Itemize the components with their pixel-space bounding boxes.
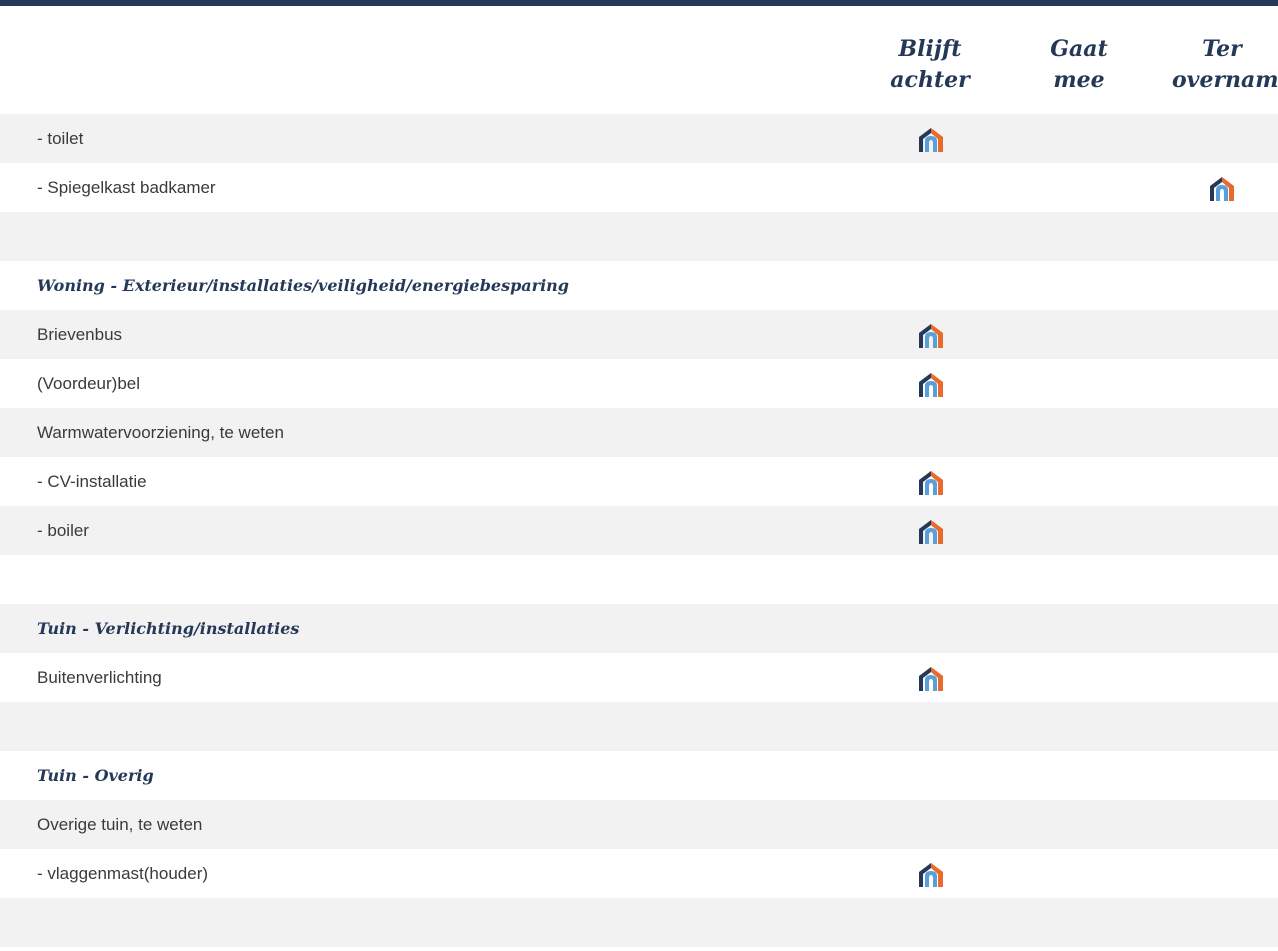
column-blijft-achter-line1: Blijft bbox=[898, 36, 962, 62]
column-ter-overname: Ter overname bbox=[1172, 34, 1278, 96]
section-title: Tuin - Verlichting/installaties bbox=[37, 619, 300, 638]
spacer-row bbox=[0, 555, 1278, 604]
table-row: - boiler bbox=[0, 506, 1278, 555]
house-logo-icon bbox=[917, 126, 945, 154]
column-header: Blijft achter Gaat mee Ter overname bbox=[0, 6, 1278, 114]
table-row: Overige tuin, te weten bbox=[0, 800, 1278, 849]
house-logo-icon bbox=[917, 469, 945, 497]
table-row: - CV-installatie bbox=[0, 457, 1278, 506]
item-list: - toilet - Spiegelkast badkamer Woning -… bbox=[0, 114, 1278, 947]
item-label: - vlaggenmast(houder) bbox=[37, 864, 209, 883]
section-title: Tuin - Overig bbox=[37, 766, 154, 785]
spacer-row bbox=[0, 898, 1278, 947]
column-gaat-mee-line2: mee bbox=[1053, 67, 1105, 93]
table-row: (Voordeur)bel bbox=[0, 359, 1278, 408]
house-logo-icon bbox=[917, 371, 945, 399]
house-logo-icon bbox=[917, 665, 945, 693]
item-label: - Spiegelkast badkamer bbox=[37, 178, 216, 197]
column-ter-overname-line1: Ter bbox=[1202, 36, 1242, 62]
item-label: (Voordeur)bel bbox=[37, 374, 141, 393]
item-label: - boiler bbox=[37, 521, 89, 540]
house-logo-icon bbox=[917, 518, 945, 546]
item-label: - toilet bbox=[37, 129, 84, 148]
spacer-row bbox=[0, 212, 1278, 261]
item-label: Buitenverlichting bbox=[37, 668, 162, 687]
column-gaat-mee-line1: Gaat bbox=[1050, 36, 1108, 62]
column-blijft-achter-line2: achter bbox=[890, 67, 970, 93]
table-row: Buitenverlichting bbox=[0, 653, 1278, 702]
table-row: - Spiegelkast badkamer bbox=[0, 163, 1278, 212]
table-row: Warmwatervoorziening, te weten bbox=[0, 408, 1278, 457]
section-row: Woning - Exterieur/installaties/veilighe… bbox=[0, 261, 1278, 310]
house-logo-icon bbox=[917, 861, 945, 889]
column-gaat-mee: Gaat mee bbox=[1029, 34, 1129, 96]
column-ter-overname-line2: overname bbox=[1172, 67, 1278, 93]
table-row: - toilet bbox=[0, 114, 1278, 163]
item-label: Brievenbus bbox=[37, 325, 123, 344]
item-label: Warmwatervoorziening, te weten bbox=[37, 423, 284, 442]
section-title: Woning - Exterieur/installaties/veilighe… bbox=[37, 276, 569, 295]
table-row: - vlaggenmast(houder) bbox=[0, 849, 1278, 898]
item-label: - CV-installatie bbox=[37, 472, 147, 491]
table-row: Brievenbus bbox=[0, 310, 1278, 359]
column-blijft-achter: Blijft achter bbox=[880, 34, 980, 96]
section-row: Tuin - Overig bbox=[0, 751, 1278, 800]
section-row: Tuin - Verlichting/installaties bbox=[0, 604, 1278, 653]
house-logo-icon bbox=[917, 322, 945, 350]
item-label: Overige tuin, te weten bbox=[37, 815, 203, 834]
house-logo-icon bbox=[1208, 175, 1236, 203]
spacer-row bbox=[0, 702, 1278, 751]
